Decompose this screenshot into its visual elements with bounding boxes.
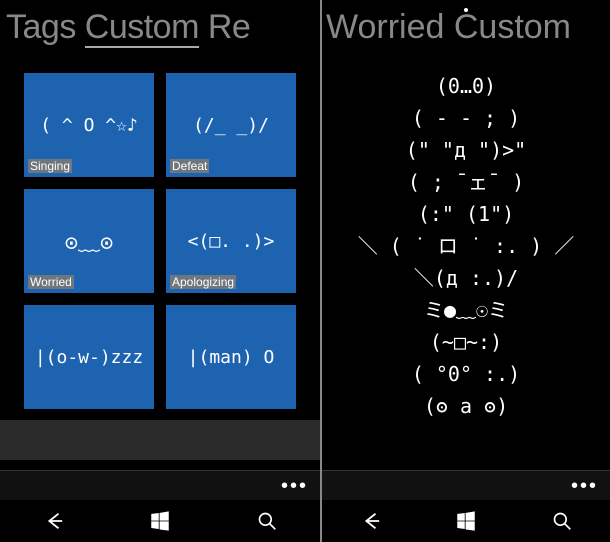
list-item[interactable]: ＼(д :.)/ xyxy=(322,262,610,294)
search-button[interactable] xyxy=(542,501,582,541)
emoticon: <(□. .)> xyxy=(188,231,275,252)
search-button[interactable] xyxy=(247,501,287,541)
back-icon xyxy=(359,510,381,532)
more-icon[interactable]: ••• xyxy=(571,481,598,491)
emoticon: ⊙﹏⊙ xyxy=(65,225,114,257)
app-bar[interactable]: ••• xyxy=(0,470,320,500)
right-pane: Worried Custom (0…0) ( - - ; ) (" "д ")>… xyxy=(322,0,610,542)
status-dot xyxy=(464,8,468,12)
tile-label: Apologizing xyxy=(170,275,236,289)
tab-worried[interactable]: Worried xyxy=(326,8,444,46)
nav-bar-right xyxy=(322,500,610,542)
list-item[interactable]: ＼ ( ˙ ロ ˙ :. ) ／ xyxy=(322,230,610,262)
tile-apologizing[interactable]: <(□. .)> Apologizing xyxy=(166,189,296,293)
tab-recent[interactable]: Re xyxy=(199,8,250,46)
app-bar-right[interactable]: ••• xyxy=(322,470,610,500)
list-item[interactable]: ミ●﹏☉ミ xyxy=(322,294,610,326)
nav-bar xyxy=(0,500,320,542)
list-item[interactable]: ( ; ¯ェ¯ ) xyxy=(322,166,610,198)
search-icon xyxy=(552,511,572,531)
list-item[interactable]: (:" (1") xyxy=(322,198,610,230)
windows-icon xyxy=(150,511,170,531)
tile-label: Worried xyxy=(28,275,74,289)
tab-tags[interactable]: Tags xyxy=(6,8,85,46)
start-button[interactable] xyxy=(446,501,486,541)
emoticon: |(o-w-)zzz xyxy=(35,347,143,368)
header-tabs[interactable]: Tags Custom Re xyxy=(0,0,320,47)
back-icon xyxy=(42,510,64,532)
back-button[interactable] xyxy=(33,501,73,541)
list-item[interactable]: (" "д ")>" xyxy=(322,134,610,166)
tile-worried[interactable]: ⊙﹏⊙ Worried xyxy=(24,189,154,293)
emoticon: (/_ _)/ xyxy=(193,115,269,136)
list-item[interactable]: (ʘ a ʘ) xyxy=(322,390,610,422)
tile-label: Singing xyxy=(28,159,72,173)
tile-sleeping[interactable]: |(o-w-)zzz xyxy=(24,305,154,409)
list-item[interactable]: (~□~:) xyxy=(322,326,610,358)
emoticon: |(man) O xyxy=(188,347,275,368)
list-item[interactable]: ( °0° :.) xyxy=(322,358,610,390)
back-button[interactable] xyxy=(350,501,390,541)
windows-icon xyxy=(456,511,476,531)
list-item[interactable]: ( - - ; ) xyxy=(322,102,610,134)
start-button[interactable] xyxy=(140,501,180,541)
tile-singing[interactable]: ( ^ O ^☆♪ Singing xyxy=(24,73,154,177)
kaomoji-list: (0…0) ( - - ; ) (" "д ")>" ( ; ¯ェ¯ ) (:"… xyxy=(322,70,610,422)
tile-grid: ( ^ O ^☆♪ Singing (/_ _)/ Defeat ⊙﹏⊙ Wor… xyxy=(0,47,320,409)
more-icon[interactable]: ••• xyxy=(281,481,308,491)
tile-label: Defeat xyxy=(170,159,209,173)
list-item[interactable]: (0…0) xyxy=(322,70,610,102)
search-icon xyxy=(257,511,277,531)
tile-defeat[interactable]: (/_ _)/ Defeat xyxy=(166,73,296,177)
left-pane: Tags Custom Re ( ^ O ^☆♪ Singing (/_ _)/… xyxy=(0,0,320,542)
fade-overlay xyxy=(0,420,320,460)
tab-custom-right[interactable]: Custom xyxy=(444,8,571,46)
tab-custom[interactable]: Custom xyxy=(85,8,199,48)
tile-man[interactable]: |(man) O xyxy=(166,305,296,409)
emoticon: ( ^ O ^☆♪ xyxy=(40,115,138,136)
